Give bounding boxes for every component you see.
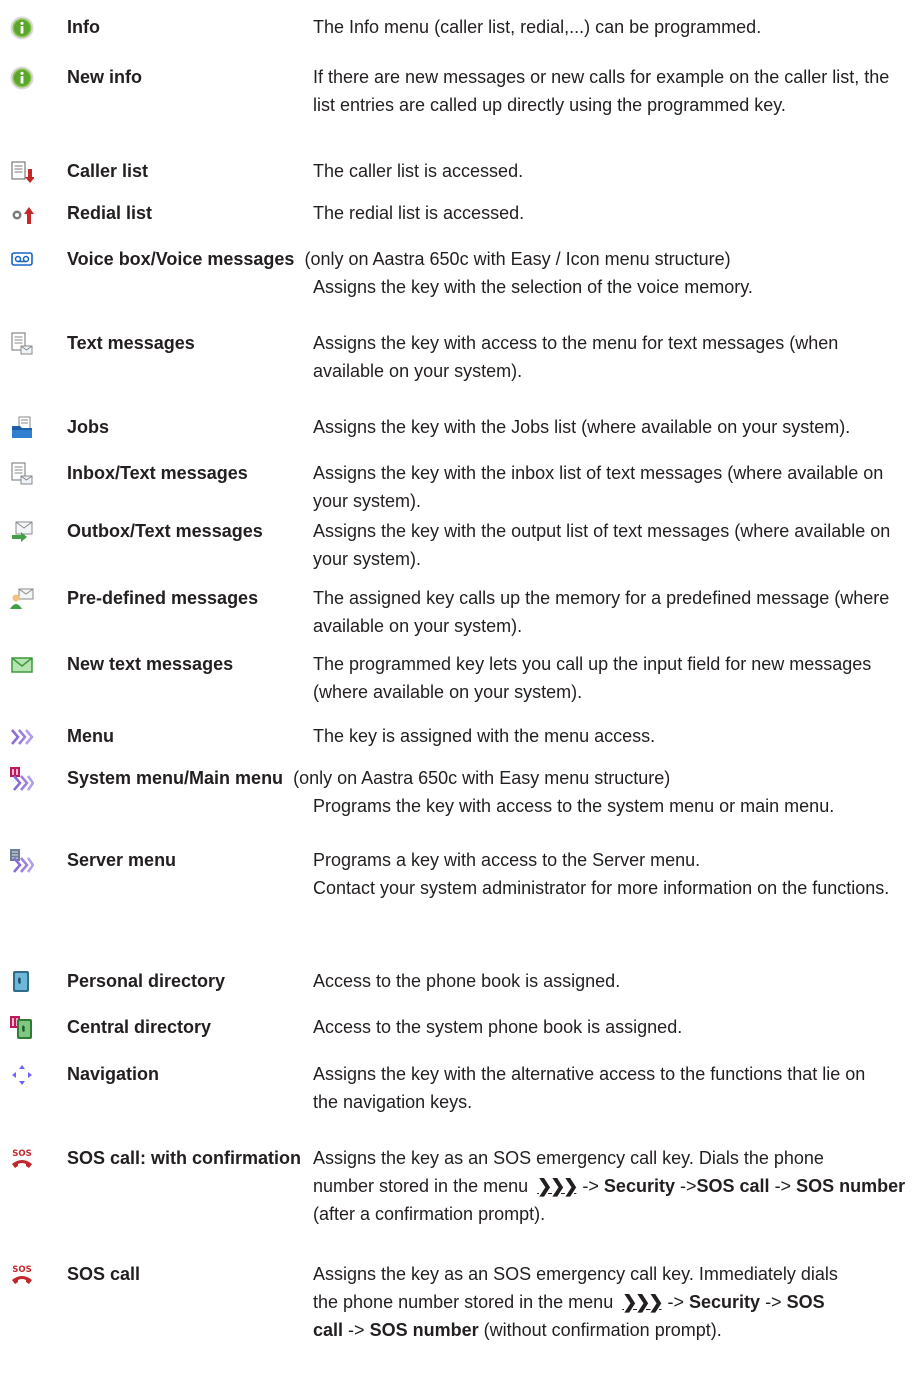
description: Assigns the key with the output list of … <box>313 521 891 569</box>
description-tail: (after a confirmation prompt). <box>313 1204 546 1224</box>
path-sos-call: SOS call <box>696 1176 770 1196</box>
description: Assigns the key with the inbox list of t… <box>313 463 884 511</box>
term: Voice box/Voice messages <box>67 249 295 269</box>
inbox-icon <box>10 462 34 486</box>
svg-text:SOS: SOS <box>12 1149 31 1159</box>
term: Server menu <box>67 850 177 870</box>
new-text-message-icon <box>10 653 34 677</box>
description: The programmed key lets you call up the … <box>313 654 872 702</box>
term: SOS call <box>67 1264 141 1284</box>
term: Pre-defined messages <box>67 588 259 608</box>
description: Assigns the key with the selection of th… <box>313 277 753 297</box>
description: The Info menu (caller list, redial,...) … <box>313 17 762 37</box>
term: Personal directory <box>67 971 226 991</box>
menu-key-icon: ❯❯❯ <box>622 1292 663 1312</box>
term: Central directory <box>67 1017 212 1037</box>
description: Access to the phone book is assigned. <box>313 971 621 991</box>
note: (only on Aastra 650c with Easy menu stru… <box>293 768 671 788</box>
description: If there are new messages or new calls f… <box>313 67 890 115</box>
info-icon <box>10 66 34 90</box>
term: Navigation <box>67 1064 160 1084</box>
term: Menu <box>67 726 114 746</box>
term: Redial list <box>67 203 153 223</box>
term: Outbox/Text messages <box>67 521 263 541</box>
description: The key is assigned with the menu access… <box>313 726 656 746</box>
server-menu-icon <box>10 849 34 873</box>
central-directory-icon <box>10 1016 34 1040</box>
description: Programs the key with access to the syst… <box>313 796 835 816</box>
path-sos-call-a: SOS <box>786 1292 825 1312</box>
term: SOS call: with confirmation <box>67 1148 302 1168</box>
info-icon <box>10 16 34 40</box>
description: The assigned key calls up the memory for… <box>313 588 890 636</box>
description: Assigns the key as an SOS emergency call… <box>313 1148 824 1168</box>
arrow: -> <box>774 1176 792 1196</box>
sos-call-icon: SOS <box>10 1263 34 1287</box>
term: Text messages <box>67 333 195 353</box>
system-menu-icon <box>10 767 34 791</box>
arrow: -> <box>679 1176 697 1196</box>
description: The redial list is accessed. <box>313 203 525 223</box>
voicebox-icon <box>10 248 34 272</box>
term: Caller list <box>67 161 149 181</box>
path-security: Security <box>689 1292 761 1312</box>
redial-list-icon <box>10 202 34 226</box>
description: Assigns the key with the Jobs list (wher… <box>313 417 851 437</box>
menu-key-icon: ❯❯❯ <box>537 1176 578 1196</box>
arrow: -> <box>582 1176 599 1196</box>
description-b: number stored in the menu <box>313 1176 529 1196</box>
description-b: the phone number stored in the menu <box>313 1292 614 1312</box>
arrow: -> <box>765 1292 782 1312</box>
note: (only on Aastra 650c with Easy / Icon me… <box>304 249 731 269</box>
term: Info <box>67 17 100 37</box>
text-messages-icon <box>10 332 34 356</box>
jobs-icon <box>10 416 34 440</box>
path-security: Security <box>603 1176 675 1196</box>
arrow: -> <box>667 1292 684 1312</box>
menu-icon <box>10 725 34 749</box>
term: New text messages <box>67 654 234 674</box>
description: Assigns the key with the alternative acc… <box>313 1064 866 1112</box>
term: New info <box>67 67 142 87</box>
description: Assigns the key as an SOS emergency call… <box>313 1264 838 1284</box>
path-sos-number: SOS number <box>369 1320 479 1340</box>
sos-call-icon: SOS <box>10 1147 34 1171</box>
term: Jobs <box>67 417 110 437</box>
arrow: -> <box>348 1320 365 1340</box>
term: Inbox/Text messages <box>67 463 248 483</box>
description: Programs a key with access to the Server… <box>313 850 701 870</box>
path-sos-call-b: call <box>313 1320 344 1340</box>
description-2: Contact your system administrator for mo… <box>313 878 890 898</box>
description: The caller list is accessed. <box>313 161 524 181</box>
navigation-icon <box>10 1063 34 1087</box>
description: Assigns the key with access to the menu … <box>313 333 839 381</box>
term: System menu/Main menu <box>67 768 284 788</box>
path-sos-number: SOS number <box>796 1176 906 1196</box>
description: Access to the system phone book is assig… <box>313 1017 683 1037</box>
outbox-icon <box>10 520 34 544</box>
personal-directory-icon <box>10 970 34 994</box>
caller-list-icon <box>10 160 34 184</box>
description-tail: (without confirmation prompt). <box>483 1320 722 1340</box>
predefined-messages-icon <box>10 587 34 611</box>
svg-text:SOS: SOS <box>12 1265 31 1275</box>
